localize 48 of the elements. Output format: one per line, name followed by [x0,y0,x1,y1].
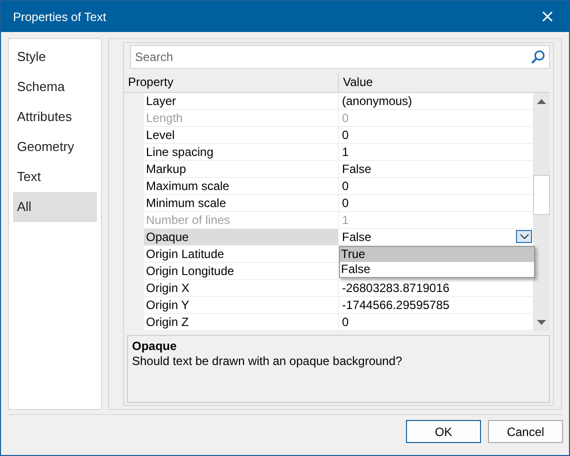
window-title: Properties of Text [13,10,106,24]
property-name[interactable]: Origin Y [144,297,339,314]
chevron-icon [520,234,528,239]
property-value: False [342,162,372,176]
property-name[interactable]: Markup [144,161,339,178]
dropdown-option[interactable]: True [340,247,534,262]
property-name[interactable]: Opaque [144,229,339,246]
search-field[interactable]: Search [130,45,550,69]
property-value: False [342,230,372,244]
scrollbar[interactable] [533,93,550,331]
property-value: 0 [342,111,349,125]
property-value: 0 [342,315,349,329]
property-value: -26803283.8719016 [342,281,450,295]
description-text: Should text be drawn with an opaque background? [132,354,404,368]
property-value: -1744566.29595785 [342,298,450,312]
sidebar-item[interactable]: Geometry [13,132,97,162]
description-title: Opaque [132,339,178,353]
property-name[interactable]: Level [144,127,339,144]
ok-button[interactable]: OK [406,420,481,443]
column-header[interactable]: Value [339,73,550,92]
scroll-thumb[interactable] [533,175,550,215]
scroll-down-icon[interactable] [537,320,546,325]
sidebar-item[interactable]: Style [13,42,97,72]
property-value: 1 [342,213,349,227]
property-value: 0 [342,128,349,142]
property-name[interactable]: Maximum scale [144,178,339,195]
column-header[interactable]: Property [124,73,339,92]
dropdown-option[interactable]: False [340,262,534,277]
sidebar-item[interactable]: Attributes [13,102,97,132]
sidebar-item[interactable]: Schema [13,72,97,102]
property-name[interactable]: Minimum scale [144,195,339,212]
property-value: 0 [342,179,349,193]
dropdown-button[interactable] [516,230,532,243]
property-value: 0 [342,196,349,210]
property-name[interactable]: Line spacing [144,144,339,161]
property-name[interactable]: Layer [144,93,339,110]
sidebar-item[interactable]: All [13,192,97,222]
close-icon[interactable] [542,11,553,22]
property-name[interactable]: Origin Longitude [144,263,339,280]
property-name[interactable]: Origin X [144,280,339,297]
property-name[interactable]: Origin Z [144,314,339,331]
property-value: (anonymous) [342,94,412,108]
property-value: 1 [342,145,349,159]
cancel-button[interactable]: Cancel [488,420,563,443]
sidebar-item[interactable]: Text [13,162,97,192]
search-icon[interactable] [531,50,545,64]
property-name[interactable]: Origin Latitude [144,246,339,263]
scroll-up-icon[interactable] [537,99,546,104]
